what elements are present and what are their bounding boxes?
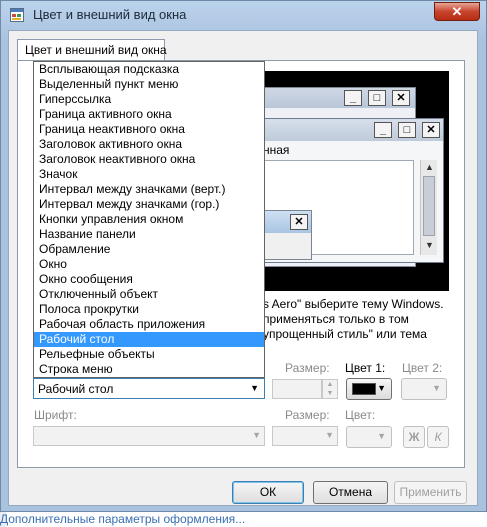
close-icon: ✕ [392,90,410,106]
dropdown-option[interactable]: Рабочая область приложения [34,317,264,332]
dropdown-option[interactable]: Кнопки управления окном [34,212,264,227]
dropdown-option[interactable]: Выделенный пункт меню [34,77,264,92]
font-color-button[interactable]: ▼ [346,426,392,448]
dropdown-option[interactable]: Окно [34,257,264,272]
preview-message-box: ✕ [258,210,312,260]
chevron-down-icon: ▼ [432,383,441,393]
chevron-down-icon: ▼ [377,383,386,393]
font-size-label: Размер: [285,408,330,422]
dropdown-option[interactable]: Заголовок неактивного окна [34,152,264,167]
dropdown-option[interactable]: Название панели [34,227,264,242]
color1-swatch [352,383,376,395]
scroll-up-icon: ▲ [425,162,434,172]
close-button[interactable]: ✕ [434,2,480,21]
dropdown-option[interactable]: Отключенный объект [34,287,264,302]
maximize-icon: □ [398,122,416,138]
chevron-down-icon: ▼ [377,431,386,441]
size-label: Размер: [285,361,330,375]
close-icon: ✕ [290,214,308,230]
tab-label: Цвет и внешний вид окна [25,43,167,57]
preview-menu-bar: нная [263,143,290,157]
title-bar[interactable]: Цвет и внешний вид окна ✕ [1,1,486,29]
dropdown-option[interactable]: Полоса прокрутки [34,302,264,317]
dropdown-option[interactable]: Окно сообщения [34,272,264,287]
chevron-down-icon: ▼ [325,430,334,440]
italic-button[interactable]: К [427,426,449,448]
size-spinner[interactable]: ▲ ▼ [322,379,338,399]
cancel-button[interactable]: Отмена [313,481,388,504]
minimize-icon: _ [374,122,392,138]
window-color-icon [10,8,24,22]
chevron-down-icon: ▼ [250,383,259,393]
dropdown-option[interactable]: Интервал между значками (гор.) [34,197,264,212]
theme-description: s Aero" выберите тему Windows. применять… [263,297,444,341]
dropdown-option[interactable]: Граница активного окна [34,107,264,122]
item-select-value: Рабочий стол [38,382,114,396]
bold-button[interactable]: Ж [403,426,425,448]
dropdown-option[interactable]: Строка меню [34,362,264,377]
tab-window-color[interactable]: Цвет и внешний вид окна [17,39,167,61]
dropdown-option[interactable]: Рабочий стол [34,332,264,347]
font-label: Шрифт: [34,408,77,422]
chevron-down-icon: ▼ [252,430,261,440]
ok-button[interactable]: ОК [232,481,304,504]
dropdown-option[interactable]: Обрамление [34,242,264,257]
item-dropdown-list[interactable]: Всплывающая подсказка Выделенный пункт ме… [33,61,265,378]
window-title: Цвет и внешний вид окна [33,7,187,22]
font-size-select[interactable]: ▼ [272,426,338,446]
color2-label: Цвет 2: [402,361,443,375]
dropdown-option[interactable]: Граница неактивного окна [34,122,264,137]
dropdown-option[interactable]: Заголовок активного окна [34,137,264,152]
minimize-icon: _ [344,90,362,106]
close-icon: ✕ [422,122,440,138]
dropdown-option[interactable]: Гиперссылка [34,92,264,107]
item-select[interactable]: Рабочий стол ▼ [33,378,265,399]
apply-button[interactable]: Применить [394,481,467,504]
dropdown-option[interactable]: Всплывающая подсказка [34,62,264,77]
size-input[interactable] [272,379,322,399]
advanced-settings-link[interactable]: Дополнительные параметры оформления... [0,512,245,526]
font-color-label: Цвет: [345,408,376,422]
font-select[interactable]: ▼ [33,426,265,446]
scroll-thumb [423,176,435,236]
color1-label: Цвет 1: [345,361,386,375]
maximize-icon: □ [368,90,386,106]
dropdown-option[interactable]: Значок [34,167,264,182]
dropdown-option[interactable]: Интервал между значками (верт.) [34,182,264,197]
color1-button[interactable]: ▼ [346,378,392,400]
color2-button[interactable]: ▼ [401,378,447,400]
preview-scrollbar: ▲ ▼ [420,160,437,255]
close-icon: ✕ [451,4,463,19]
scroll-down-icon: ▼ [425,240,434,250]
dropdown-option[interactable]: Рельефные объекты [34,347,264,362]
